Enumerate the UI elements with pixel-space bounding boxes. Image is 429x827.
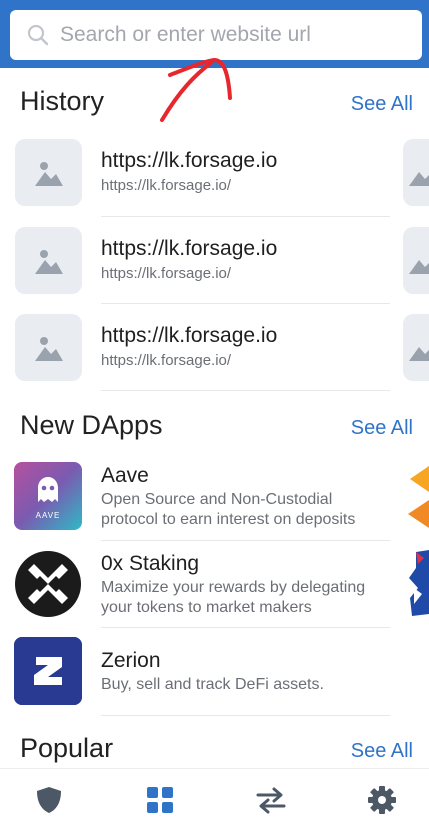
- zerion-logo-icon[interactable]: [14, 637, 82, 705]
- bottom-nav: [0, 768, 429, 827]
- image-placeholder-icon: [403, 227, 429, 294]
- image-placeholder-icon: [15, 139, 82, 206]
- history-item-url: https://lk.forsage.io/: [101, 352, 232, 369]
- dapp-description: Buy, sell and track DeFi assets.: [101, 676, 324, 693]
- new-dapps-title: New DApps: [20, 410, 163, 440]
- popular-title: Popular: [20, 733, 114, 763]
- image-placeholder-icon: [403, 314, 429, 381]
- dapp-name[interactable]: 0x Staking: [101, 552, 199, 576]
- divider: [101, 715, 390, 716]
- history-title: History: [20, 86, 105, 116]
- new-dapps-see-all-link[interactable]: See All: [351, 417, 413, 440]
- divider: [101, 627, 390, 628]
- divider: [101, 216, 390, 217]
- grid-icon[interactable]: [145, 785, 175, 815]
- aave-logo-icon[interactable]: AAVE: [14, 462, 82, 530]
- swap-arrows-icon[interactable]: [256, 785, 286, 815]
- history-item-url: https://lk.forsage.io/: [101, 265, 232, 282]
- annotation-arrow: [160, 57, 232, 122]
- search-icon: [27, 24, 49, 46]
- dapp-description: Open Source and Non-Custodial protocol t…: [101, 491, 356, 528]
- dapp-peek-logo-icon: [408, 466, 429, 528]
- history-item-url: https://lk.forsage.io/: [101, 177, 232, 194]
- gear-icon[interactable]: [367, 785, 397, 815]
- history-see-all-link[interactable]: See All: [351, 93, 413, 116]
- history-item[interactable]: https://lk.forsage.io https://lk.forsage…: [0, 139, 429, 227]
- history-item-title: https://lk.forsage.io: [101, 237, 278, 260]
- image-placeholder-icon: [15, 314, 82, 381]
- aave-logo-text: AAVE: [36, 511, 61, 520]
- history-item-title: https://lk.forsage.io: [101, 149, 278, 172]
- image-placeholder-icon: [403, 139, 429, 206]
- divider: [101, 390, 390, 391]
- history-item-title: https://lk.forsage.io: [101, 324, 278, 347]
- search-placeholder: Search or enter website url: [60, 23, 311, 46]
- dapp-name[interactable]: Zerion: [101, 649, 161, 673]
- history-item[interactable]: https://lk.forsage.io https://lk.forsage…: [0, 227, 429, 315]
- image-placeholder-icon: [15, 227, 82, 294]
- history-item[interactable]: https://lk.forsage.io https://lk.forsage…: [0, 314, 429, 402]
- 0x-logo-icon[interactable]: [14, 550, 82, 618]
- divider: [101, 540, 390, 541]
- popular-see-all-link[interactable]: See All: [351, 740, 413, 763]
- divider: [101, 303, 390, 304]
- dapp-description: Maximize your rewards by delegating your…: [101, 579, 366, 616]
- dapp-name[interactable]: Aave: [101, 464, 149, 488]
- shield-icon[interactable]: [34, 785, 64, 815]
- dapp-peek-logo-icon: [409, 550, 429, 616]
